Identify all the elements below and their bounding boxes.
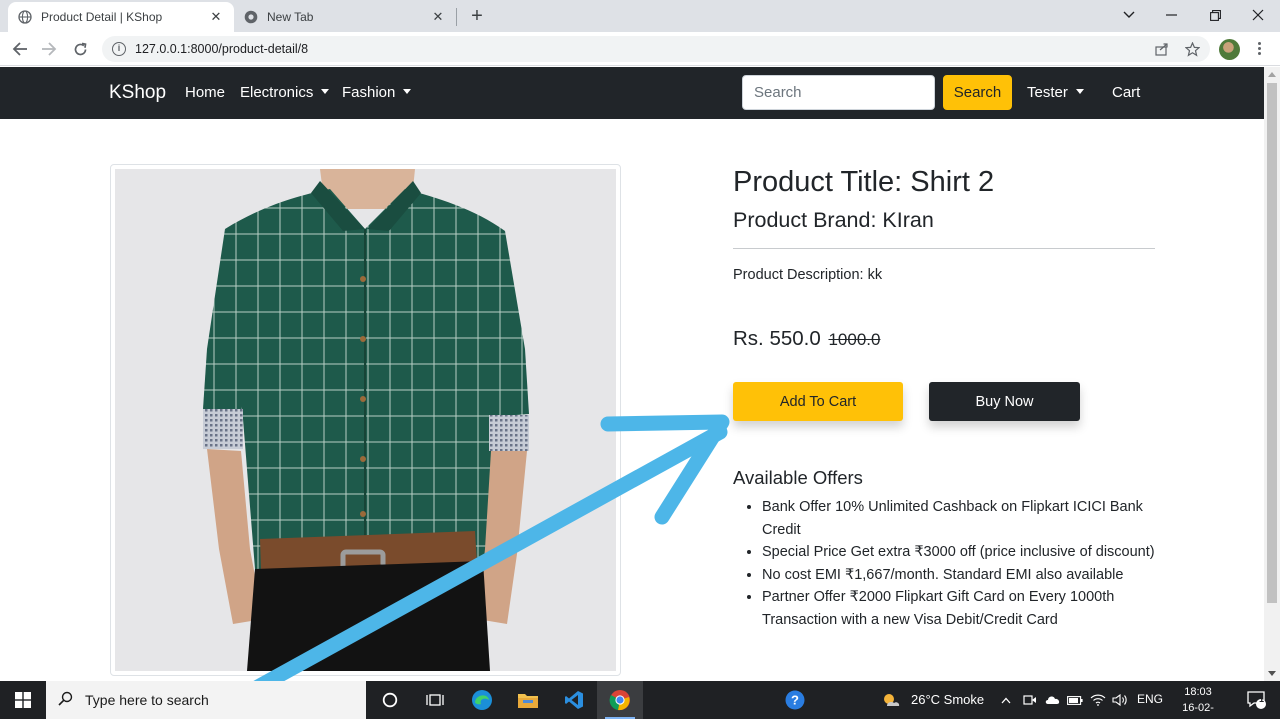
product-title: Product Title: Shirt 2 [733,166,995,198]
cortana-icon[interactable] [367,681,413,719]
vscode-icon[interactable] [551,681,597,719]
search-input[interactable] [742,75,935,110]
caret-down-icon [321,89,330,94]
product-image [115,169,616,671]
search-icon [58,691,73,709]
page-viewport: KShop Home Electronics Fashion Search Te… [0,67,1264,681]
forward-arrow-icon[interactable] [38,38,60,60]
product-description: Product Description: kk [733,267,883,283]
meet-now-icon[interactable] [1018,681,1042,719]
scrollbar-thumb[interactable] [1267,83,1277,603]
svg-text:?: ? [791,693,799,708]
minimize-button[interactable] [1149,0,1193,30]
clock-time: 18:03 [1184,686,1212,698]
nav-link-cart[interactable]: Cart [1112,84,1140,101]
close-window-button[interactable] [1236,0,1280,30]
file-explorer-icon[interactable] [505,681,551,719]
help-icon[interactable]: ? [772,681,818,719]
list-item: Partner Offer ₹2000 Flipkart Gift Card o… [762,586,1162,631]
site-navbar: KShop Home Electronics Fashion Search Te… [0,67,1264,119]
system-clock[interactable]: 18:03 16-02-2022 [1170,684,1226,719]
divider [733,248,1155,249]
url-text: 127.0.0.1:8000/product-detail/8 [135,42,309,56]
product-old-price: 1000.0 [828,330,881,349]
nav-link-home[interactable]: Home [185,84,225,101]
tab-title: New Tab [267,10,314,24]
product-price-block: Rs. 550.0 1000.0 [733,327,880,351]
search-button[interactable]: Search [943,75,1012,110]
list-item: No cost EMI ₹1,667/month. Standard EMI a… [762,564,1162,587]
offers-list: Bank Offer 10% Unlimited Cashback on Fli… [762,496,1162,631]
product-price: Rs. 550.0 [733,327,821,350]
wifi-icon[interactable] [1086,681,1110,719]
page-scrollbar[interactable] [1264,67,1280,681]
nav-dropdown-user[interactable]: Tester [1027,84,1084,101]
share-icon[interactable] [1151,38,1173,60]
nav-dropdown-label: Electronics [240,84,314,101]
nav-dropdown-label: Fashion [342,84,396,101]
nav-dropdown-label: Tester [1027,84,1068,101]
onedrive-icon[interactable] [1041,681,1065,719]
bookmark-star-icon[interactable] [1181,38,1203,60]
scroll-down-arrow-icon[interactable] [1268,671,1276,676]
speaker-icon[interactable] [1108,681,1132,719]
weather-text[interactable]: 26°C Smoke [911,692,984,707]
product-brand: Product Brand: KIran [733,208,934,232]
nav-dropdown-fashion[interactable]: Fashion [342,84,412,101]
language-indicator[interactable]: ENG [1137,692,1163,706]
windows-taskbar: Type here to search ? 26°C Smoke ENG 18:… [0,681,1280,719]
add-to-cart-button[interactable]: Add To Cart [733,382,903,421]
browser-menu-icon[interactable] [1254,40,1264,60]
battery-icon[interactable] [1063,681,1087,719]
taskbar-search-box[interactable]: Type here to search [46,681,366,719]
new-tab-button[interactable]: + [466,6,488,28]
nav-dropdown-electronics[interactable]: Electronics [240,84,330,101]
chrome-taskbar-icon[interactable] [597,681,643,719]
chevron-up-icon[interactable] [994,681,1018,719]
reload-icon[interactable] [69,38,91,60]
taskbar-search-placeholder: Type here to search [85,692,209,708]
caret-down-icon [403,89,412,94]
weather-icon[interactable] [869,681,913,719]
browser-tab-strip: Product Detail | KShop ✕ New Tab ✕ + [0,0,1280,32]
tab-search-chevron-icon[interactable] [1107,0,1151,30]
list-item: Special Price Get extra ₹3000 off (price… [762,541,1162,564]
caret-down-icon [1075,89,1084,94]
close-tab-icon[interactable]: ✕ [208,9,224,25]
task-view-icon[interactable] [412,681,458,719]
clock-date: 16-02-2022 [1182,702,1214,719]
screen: Product Detail | KShop ✕ New Tab ✕ + i 1… [0,0,1280,719]
profile-avatar[interactable] [1219,39,1240,60]
browser-toolbar: i 127.0.0.1:8000/product-detail/8 [0,32,1280,66]
browser-tab-new-tab[interactable]: New Tab ✕ [234,2,456,32]
windows-start-icon[interactable] [0,681,46,719]
address-bar[interactable]: i 127.0.0.1:8000/product-detail/8 [102,36,1210,62]
tab-separator [456,8,457,26]
chrome-icon [244,10,258,24]
notification-center-icon[interactable]: 1 [1234,681,1280,719]
notification-count: 1 [1259,694,1265,704]
offers-heading: Available Offers [733,467,863,488]
scroll-up-arrow-icon[interactable] [1268,72,1276,77]
tab-title: Product Detail | KShop [41,10,163,24]
buy-now-button[interactable]: Buy Now [929,382,1080,421]
browser-tab-product-detail[interactable]: Product Detail | KShop ✕ [8,2,234,32]
brand-logo[interactable]: KShop [109,82,166,104]
close-tab-icon[interactable]: ✕ [430,9,446,25]
list-item: Bank Offer 10% Unlimited Cashback on Fli… [762,496,1162,541]
globe-icon [18,10,32,24]
edge-icon[interactable] [459,681,505,719]
product-image-frame [110,164,621,676]
site-info-icon[interactable]: i [112,42,126,56]
restore-button[interactable] [1193,0,1237,30]
back-arrow-icon[interactable] [9,38,31,60]
